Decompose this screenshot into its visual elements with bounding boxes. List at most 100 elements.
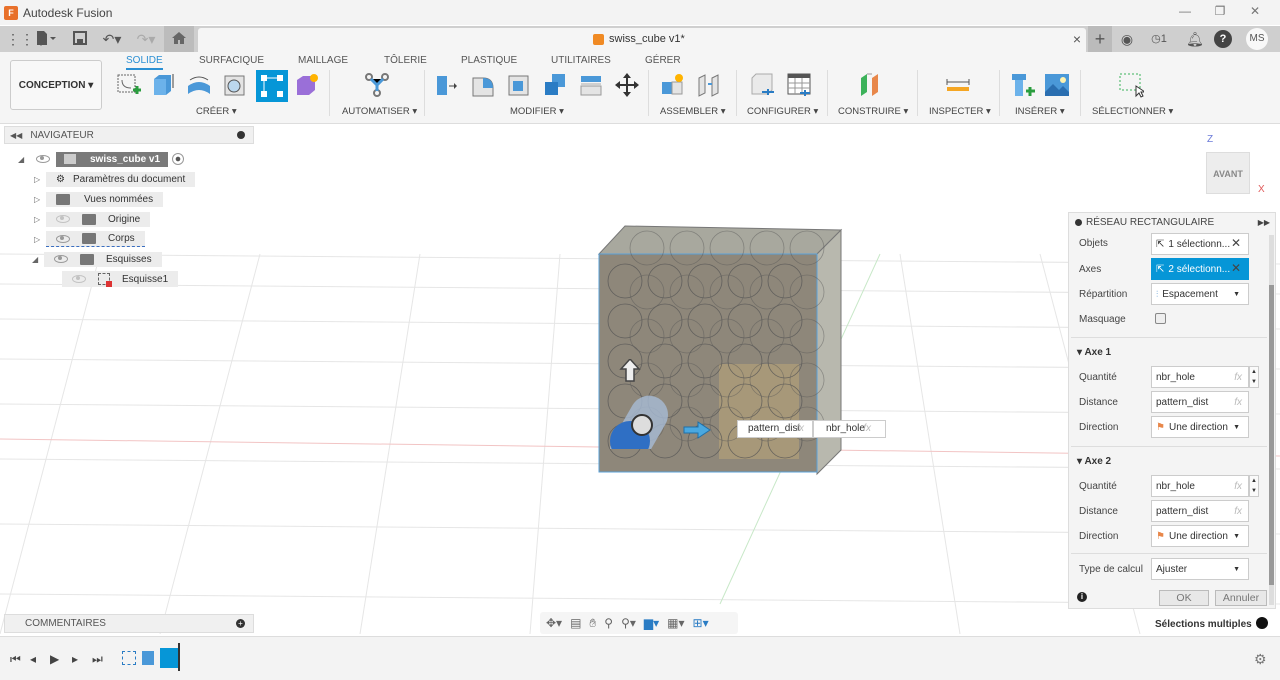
help-icon[interactable]: ?: [1214, 30, 1232, 48]
home-button[interactable]: [164, 26, 194, 52]
visibility-icon[interactable]: [36, 155, 50, 163]
fx-icon[interactable]: fx: [1234, 372, 1242, 383]
canvas-distance-input[interactable]: pattern_dist fx: [737, 420, 813, 438]
tab-tolerie[interactable]: TÔLERIE: [384, 55, 427, 66]
step-back-icon[interactable]: ◂: [30, 652, 36, 666]
automate-icon[interactable]: [364, 72, 390, 98]
view-cube[interactable]: Z AVANT X: [1202, 134, 1265, 198]
group-inspecter[interactable]: INSPECTER ▾: [929, 106, 991, 117]
workspace-dropdown[interactable]: CONCEPTION ▾: [10, 60, 102, 110]
fx-icon[interactable]: fx: [1234, 481, 1242, 492]
new-tab-button[interactable]: +: [1088, 26, 1112, 52]
clear-axes-button[interactable]: ✕: [1231, 261, 1241, 275]
extrude-icon[interactable]: [150, 72, 176, 98]
group-automatiser[interactable]: AUTOMATISER ▾: [342, 106, 417, 117]
undo-button[interactable]: ↶▾: [98, 30, 126, 48]
pattern-manipulator[interactable]: [600, 359, 670, 449]
axe2-quantite-stepper[interactable]: ▲ ▼: [1249, 475, 1259, 497]
save-button[interactable]: [72, 30, 88, 48]
tree-item-corps[interactable]: ▷ Corps: [34, 231, 145, 247]
view-cube-front-face[interactable]: AVANT: [1206, 152, 1250, 194]
tree-item-parametres[interactable]: ▷ ⚙ Paramètres du document: [34, 171, 196, 187]
rectangular-pattern-icon[interactable]: [256, 70, 288, 102]
group-selectionner[interactable]: SÉLECTIONNER ▾: [1092, 106, 1173, 117]
timeline-sketch-feature[interactable]: [122, 651, 136, 665]
right-arrow-handle[interactable]: [682, 420, 712, 440]
timeline-extrude-feature[interactable]: [142, 651, 154, 665]
axe1-quantite-stepper[interactable]: ▲ ▼: [1249, 366, 1259, 388]
group-modifier[interactable]: MODIFIER ▾: [510, 106, 564, 117]
type-calcul-dropdown[interactable]: Ajuster ▼: [1151, 558, 1249, 580]
press-pull-icon[interactable]: [434, 72, 460, 98]
step-forward-icon[interactable]: ▸: [72, 652, 78, 666]
visibility-icon[interactable]: [56, 234, 70, 243]
insert-canvas-icon[interactable]: [1044, 72, 1070, 98]
multi-select-icon[interactable]: [1256, 617, 1268, 629]
tab-maillage[interactable]: MAILLAGE: [298, 55, 348, 66]
zoom-icon[interactable]: ⚲: [604, 616, 613, 630]
look-at-icon[interactable]: ▤: [570, 616, 581, 630]
shell-icon[interactable]: [506, 72, 532, 98]
repartition-dropdown[interactable]: ⫶ Espacement ▼: [1151, 283, 1249, 305]
panel-pin-icon[interactable]: [237, 131, 245, 139]
fx-icon[interactable]: fx: [1234, 506, 1242, 517]
tab-plastique[interactable]: PLASTIQUE: [461, 55, 517, 66]
axe1-section-header[interactable]: ▾ Axe 1: [1077, 347, 1111, 358]
offset-face-icon[interactable]: [578, 72, 604, 98]
move-copy-icon[interactable]: [614, 72, 640, 98]
pan-icon[interactable]: ✋︎: [589, 616, 596, 631]
close-tab-button[interactable]: ×: [1073, 31, 1081, 47]
hidden-eye-icon[interactable]: [72, 275, 86, 283]
grid-settings-icon[interactable]: ▦▾: [667, 616, 684, 630]
axe2-quantite-input[interactable]: nbr_hole fx: [1151, 475, 1249, 497]
cancel-button[interactable]: Annuler: [1215, 590, 1267, 606]
timeline-marker[interactable]: [178, 643, 180, 671]
combine-icon[interactable]: [542, 72, 568, 98]
tree-item-esquisse1[interactable]: Esquisse1: [62, 271, 179, 287]
visibility-icon[interactable]: [54, 255, 68, 263]
extensions-icon[interactable]: ◉: [1118, 30, 1136, 48]
create-sketch-icon[interactable]: [116, 72, 142, 98]
timeline-pattern-feature[interactable]: [160, 648, 178, 668]
create-form-icon[interactable]: [294, 72, 320, 98]
job-status-button[interactable]: ◷1: [1146, 30, 1172, 48]
go-to-end-icon[interactable]: ⏭: [92, 652, 103, 667]
fit-icon[interactable]: ⚲▾: [621, 616, 636, 630]
tab-surfacique[interactable]: SURFACIQUE: [199, 55, 264, 66]
activate-radio-icon[interactable]: [172, 153, 185, 165]
axe1-distance-input[interactable]: pattern_dist fx: [1151, 391, 1249, 413]
expand-triangle-icon[interactable]: ◢: [32, 255, 44, 264]
expand-triangle-icon[interactable]: ▷: [34, 235, 46, 244]
fx-icon[interactable]: fx: [1234, 397, 1242, 408]
apps-grid-icon[interactable]: ⋮⋮⋮: [6, 30, 48, 48]
maximize-button[interactable]: ❐: [1210, 4, 1230, 18]
file-menu-button[interactable]: [34, 30, 58, 48]
expand-dialog-icon[interactable]: ▶▶: [1258, 218, 1270, 227]
notifications-icon[interactable]: 🔔︎: [1186, 30, 1204, 48]
ok-button[interactable]: OK: [1159, 590, 1209, 606]
new-component-icon[interactable]: [660, 72, 686, 98]
viewports-icon[interactable]: ⊞▾: [693, 616, 709, 630]
window-select-icon[interactable]: [1118, 72, 1144, 98]
minimize-button[interactable]: —: [1175, 4, 1195, 18]
group-inserer[interactable]: INSÉRER ▾: [1015, 106, 1065, 117]
revolve-icon[interactable]: [186, 72, 212, 98]
group-construire[interactable]: CONSTRUIRE ▾: [838, 106, 908, 117]
tab-gerer[interactable]: GÉRER: [645, 55, 681, 66]
offset-plane-icon[interactable]: [858, 72, 884, 98]
canvas-quantity-input[interactable]: nbr_hole fx: [813, 420, 886, 438]
expand-triangle-icon[interactable]: ▷: [34, 215, 46, 224]
axe2-distance-input[interactable]: pattern_dist fx: [1151, 500, 1249, 522]
insert-fastener-icon[interactable]: [1010, 72, 1036, 98]
collapse-panel-icon[interactable]: ◀◀: [10, 131, 22, 140]
clear-objets-button[interactable]: ✕: [1231, 236, 1241, 250]
hidden-eye-icon[interactable]: [56, 215, 70, 223]
tab-utilitaires[interactable]: UTILITAIRES: [551, 55, 611, 66]
joint-icon[interactable]: [696, 72, 722, 98]
display-settings-icon[interactable]: ▆▾: [644, 616, 659, 630]
add-comment-icon[interactable]: +: [236, 619, 245, 628]
document-tab[interactable]: swiss_cube v1* ×: [198, 28, 1086, 52]
go-to-start-icon[interactable]: ⏮: [10, 652, 21, 667]
orbit-icon[interactable]: ✥▾: [546, 616, 562, 630]
tab-solide[interactable]: SOLIDE: [126, 55, 163, 70]
